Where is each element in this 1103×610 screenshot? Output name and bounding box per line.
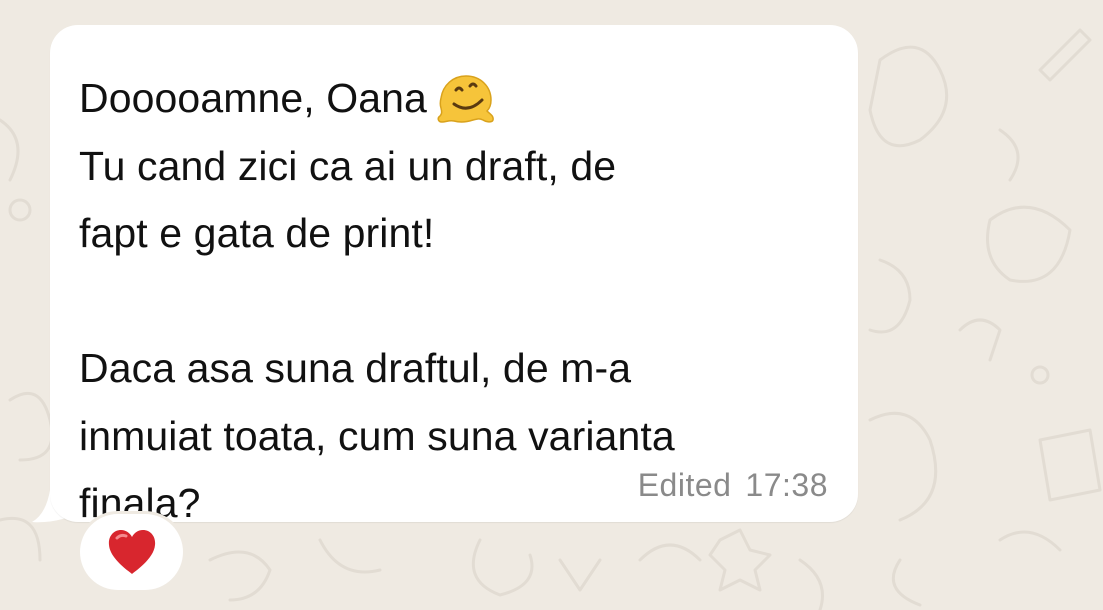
message-line-5: Daca asa suna draftul, de m-a: [79, 345, 632, 391]
message-line-2: Tu cand zici ca ai un draft, de: [79, 142, 617, 189]
message-line-3: fapt e gata de print!: [79, 210, 435, 256]
message-line-6: inmuiat toata, cum suna varianta: [79, 412, 675, 459]
message-line-1: Dooooamne, Oana: [79, 75, 427, 121]
edited-label: Edited: [637, 467, 732, 503]
melting-face-icon: [437, 75, 494, 123]
red-heart-icon: [108, 530, 155, 574]
message-bubble[interactable]: Dooooamne, Oana Tu cand zici ca ai un dr…: [50, 25, 858, 526]
reaction-badge[interactable]: [80, 514, 183, 590]
message-time: 17:38: [745, 467, 828, 503]
message-meta: Edited 17:38: [638, 467, 828, 504]
